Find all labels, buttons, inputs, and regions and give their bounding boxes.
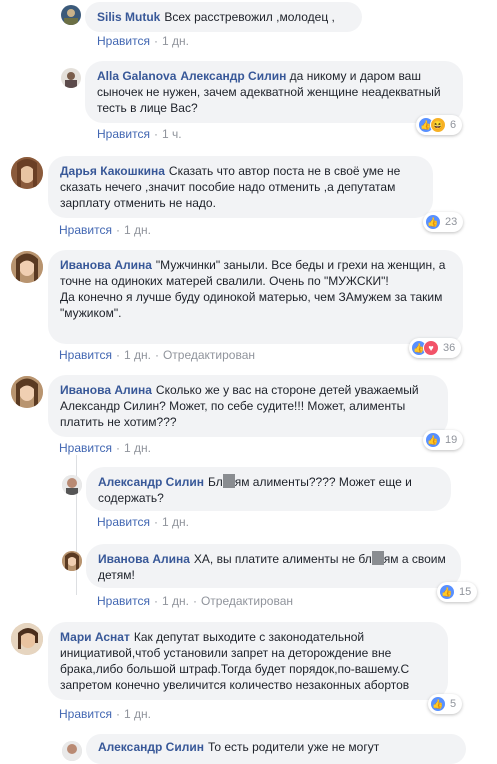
- reaction-summary[interactable]: 👍 15: [437, 582, 478, 602]
- comment-actions: Нравится · 1 дн.: [59, 223, 151, 237]
- comment-time[interactable]: 1 ч.: [162, 127, 182, 141]
- avatar[interactable]: [62, 475, 82, 495]
- avatar[interactable]: [61, 68, 81, 88]
- avatar-image-icon: [11, 157, 43, 189]
- reaction-count: 19: [445, 434, 458, 446]
- reaction-summary[interactable]: 👍 19: [423, 430, 464, 450]
- comment-bubble: Alla Galanova Александр Силин да никому и…: [85, 61, 463, 123]
- avatar[interactable]: [11, 157, 43, 189]
- like-link[interactable]: Нравится: [59, 348, 112, 362]
- comment-actions: Нравится · 1 дн.: [59, 441, 151, 455]
- edited-label[interactable]: Отредактирован: [201, 594, 293, 608]
- avatar-image-icon: [62, 741, 82, 761]
- comment-author[interactable]: Иванова Алина: [98, 552, 190, 566]
- censored-word: [371, 551, 384, 565]
- like-link[interactable]: Нравится: [97, 594, 150, 608]
- like-reaction-icon: 👍: [439, 584, 455, 600]
- comment-bubble: Иванова Алина Сколько же у вас на стороне…: [48, 375, 448, 437]
- comment-bubble: Иванова Алина ХА, вы платите алименты не …: [86, 544, 461, 588]
- comment-time[interactable]: 1 дн.: [162, 34, 189, 48]
- reaction-summary[interactable]: 👍 ♥ 36: [409, 338, 462, 358]
- avatar[interactable]: [61, 5, 81, 25]
- comment-actions: Нравится · 1 ч.: [97, 127, 182, 141]
- avatar-image-icon: [62, 475, 82, 495]
- comment-author[interactable]: Alla Galanova: [97, 69, 176, 83]
- comment-time[interactable]: 1 дн.: [124, 707, 151, 721]
- avatar-image-icon: [62, 551, 82, 571]
- mention-link[interactable]: Александр Силин: [180, 69, 286, 83]
- reaction-summary[interactable]: 👍 😆 6: [416, 115, 463, 135]
- comment-bubble: Мари Аснат Как депутат выходите с законод…: [48, 622, 448, 700]
- like-link[interactable]: Нравится: [97, 34, 150, 48]
- comment-time[interactable]: 1 дн.: [162, 594, 189, 608]
- reaction-summary[interactable]: 👍 5: [428, 694, 463, 714]
- comment-time[interactable]: 1 дн.: [124, 223, 151, 237]
- comment-author[interactable]: Александр Силин: [98, 740, 204, 754]
- avatar[interactable]: [11, 376, 43, 408]
- comment-bubble: Дарья Какошкина Сказать что автор поста н…: [48, 156, 433, 218]
- comment-author[interactable]: Иванова Алина: [60, 258, 152, 272]
- reaction-count: 6: [450, 119, 457, 131]
- like-link[interactable]: Нравится: [59, 707, 112, 721]
- comment-actions: Нравится · 1 дн. · Отредактирован: [97, 594, 293, 608]
- avatar[interactable]: [11, 623, 43, 655]
- reaction-summary[interactable]: 👍 23: [423, 212, 464, 232]
- avatar-image-icon: [65, 72, 77, 88]
- like-reaction-icon: 👍: [425, 214, 441, 230]
- comment-time[interactable]: 1 дн.: [124, 348, 151, 362]
- comment-actions: Нравится · 1 дн.: [97, 515, 189, 529]
- comment-actions: Нравится · 1 дн.: [59, 707, 151, 721]
- comment-bubble: Иванова Алина "Мужчинки" заныли. Все беды…: [48, 250, 463, 344]
- avatar-image-icon: [64, 9, 78, 25]
- comment-text-line2: Да конечно я лучше буду одинокой матерью…: [60, 290, 443, 320]
- like-reaction-icon: 👍: [430, 696, 446, 712]
- comment-bubble: Александр Силин То есть родители уже не м…: [86, 734, 466, 764]
- reaction-count: 5: [450, 698, 457, 710]
- avatar-image-icon: [11, 623, 43, 655]
- haha-reaction-icon: 😆: [430, 117, 446, 133]
- avatar[interactable]: [62, 741, 82, 761]
- comment-text: Бл: [207, 475, 223, 489]
- comment-author[interactable]: Дарья Какошкина: [60, 164, 165, 178]
- censored-word: [222, 474, 235, 488]
- like-link[interactable]: Нравится: [97, 515, 150, 529]
- edited-label[interactable]: Отредактирован: [163, 348, 255, 362]
- comment-time[interactable]: 1 дн.: [162, 515, 189, 529]
- comment-text: Всех расстревожил ,молодец ,: [164, 10, 335, 24]
- like-link[interactable]: Нравится: [97, 127, 150, 141]
- comment-author[interactable]: Silis Mutuk: [97, 10, 160, 24]
- reaction-count: 23: [445, 216, 458, 228]
- comment-bubble: Silis Mutuk Всех расстревожил ,молодец ,: [85, 2, 362, 32]
- comment-author[interactable]: Александр Силин: [98, 475, 204, 489]
- comment-text: ХА, вы платите алименты не бл: [193, 552, 372, 566]
- comment-time[interactable]: 1 дн.: [124, 441, 151, 455]
- avatar-image-icon: [11, 376, 43, 408]
- like-link[interactable]: Нравится: [59, 223, 112, 237]
- comment-author[interactable]: Мари Аснат: [60, 630, 130, 644]
- avatar[interactable]: [62, 551, 82, 571]
- like-reaction-icon: 👍: [425, 432, 441, 448]
- avatar[interactable]: [11, 251, 43, 283]
- comment-text: То есть родители уже не могут: [207, 740, 380, 754]
- love-reaction-icon: ♥: [423, 340, 439, 356]
- avatar-image-icon: [11, 251, 43, 283]
- comment-bubble: Александр Силин Бл ям алименты???? Может е…: [86, 467, 451, 511]
- reaction-count: 36: [443, 342, 456, 354]
- comment-actions: Нравится · 1 дн.: [97, 34, 189, 48]
- comment-author[interactable]: Иванова Алина: [60, 383, 152, 397]
- reaction-count: 15: [459, 586, 472, 598]
- like-link[interactable]: Нравится: [59, 441, 112, 455]
- comment-actions: Нравится · 1 дн. · Отредактирован: [59, 348, 255, 362]
